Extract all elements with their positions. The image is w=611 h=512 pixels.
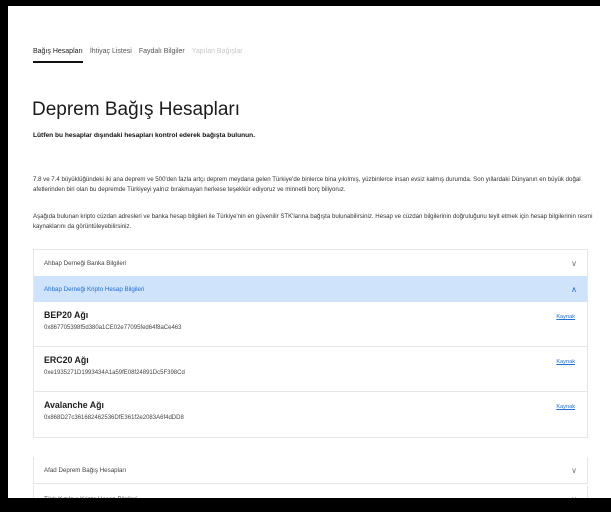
network-name: Avalanche Ağı <box>44 400 104 410</box>
wallet-address: 0x868D27c361682462536DfE361f2e2083A6f4dD… <box>44 415 184 421</box>
accordion-label: Ahbap Derneği Kripto Hesap Bilgileri <box>44 285 145 293</box>
network-item-erc20: ERC20 Ağı 0xe1935271D1993434A1a59fE08f24… <box>34 347 587 392</box>
chevron-down-icon: ∨ <box>571 258 577 268</box>
source-link[interactable]: Kaynak <box>556 314 575 320</box>
accordion-ahbap-crypto: Ahbap Derneği Kripto Hesap Bilgileri ∧ B… <box>33 276 588 438</box>
accordion-header-ahbap-crypto[interactable]: Ahbap Derneği Kripto Hesap Bilgileri ∧ <box>34 276 587 302</box>
page-subtitle: Lütfen bu hesaplar dışındaki hesapları k… <box>33 132 256 139</box>
accordion-ahbap-bank: Ahbap Derneği Banka Bilgileri ∨ <box>33 249 588 277</box>
browser-viewport: Bağış Hesapları İhtiyaç Listesi Faydalı … <box>8 0 600 504</box>
accordion-afad: Afad Deprem Bağış Hesapları ∨ <box>33 457 588 484</box>
tab-faydali-bilgiler[interactable]: Faydalı Bilgiler <box>139 48 185 63</box>
tab-bar: Bağış Hesapları İhtiyaç Listesi Faydalı … <box>33 48 243 63</box>
chevron-up-icon: ∧ <box>571 284 577 294</box>
info-paragraph: Aşağıda bulunan kripto cüzdan adresleri … <box>33 213 593 230</box>
accordion-header-ahbap-bank[interactable]: Ahbap Derneği Banka Bilgileri ∨ <box>34 250 587 276</box>
intro-paragraph: 7.8 ve 7.4 büyüklüğündeki iki ana deprem… <box>33 176 581 193</box>
accordion-label: Ahbap Derneği Banka Bilgileri <box>44 259 127 267</box>
page-title: Deprem Bağış Hesapları <box>32 99 241 120</box>
wallet-address: 0x867705398f5d380a1CE02e77095fed64f8aCe4… <box>44 325 182 331</box>
tab-bagis-hesaplari[interactable]: Bağış Hesapları <box>33 48 83 63</box>
network-name: BEP20 Ağı <box>44 310 89 320</box>
source-link[interactable]: Kaynak <box>556 359 575 365</box>
network-item-avalanche: Avalanche Ağı 0x868D27c361682462536DfE36… <box>34 392 587 437</box>
tab-ihtiyac-listesi[interactable]: İhtiyaç Listesi <box>90 48 132 63</box>
wallet-address: 0xe1935271D1993434A1a59fE08f24891Dc5F398… <box>44 370 185 376</box>
network-name: ERC20 Ağı <box>44 355 89 365</box>
chevron-down-icon: ∨ <box>571 465 577 475</box>
right-gutter <box>600 0 611 512</box>
tab-yapilan-bagislar: Yapılan Bağışlar <box>191 48 243 55</box>
source-link[interactable]: Kaynak <box>556 404 575 410</box>
network-item-bep20: BEP20 Ağı 0x867705398f5d380a1CE02e77095f… <box>34 302 587 347</box>
accordion-header-afad[interactable]: Afad Deprem Bağış Hesapları ∨ <box>34 457 587 483</box>
taskbar-strip <box>0 498 611 512</box>
accordion-label: Afad Deprem Bağış Hesapları <box>44 466 127 474</box>
